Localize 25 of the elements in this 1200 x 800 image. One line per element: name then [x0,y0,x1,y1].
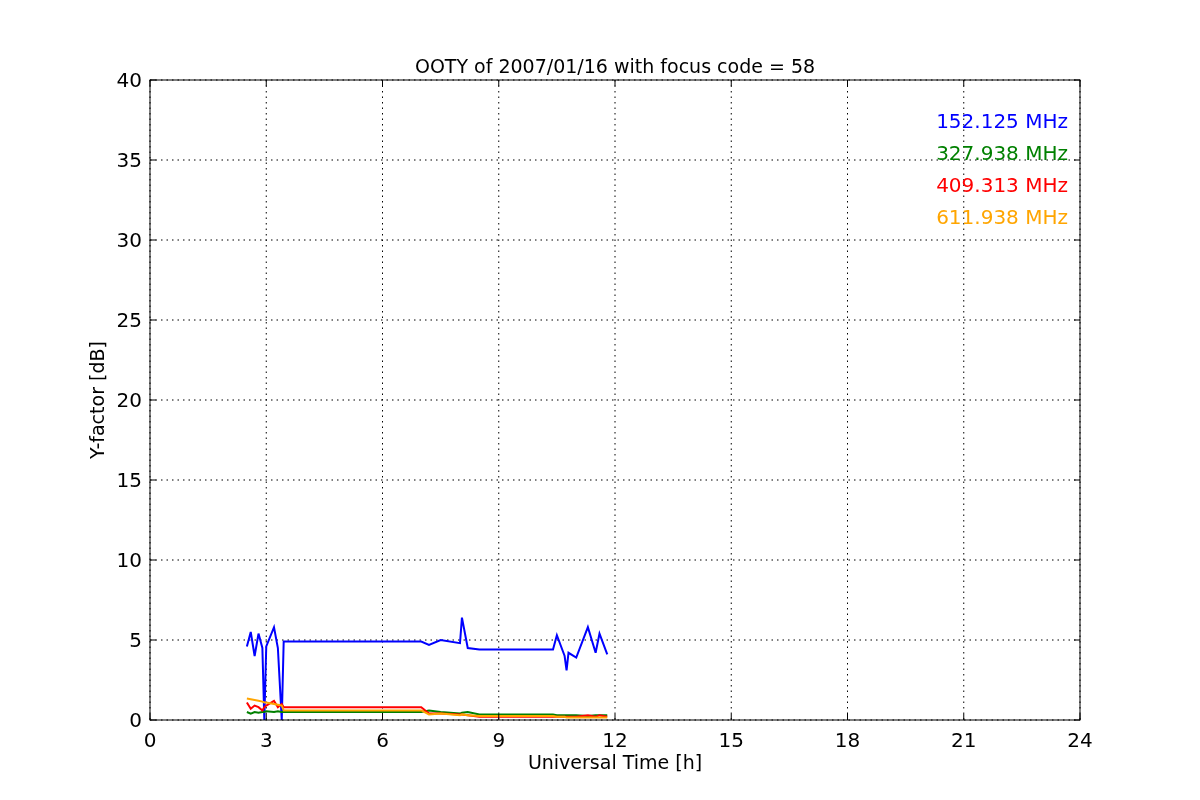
y-tick-label: 40 [116,68,142,92]
x-tick-label: 15 [718,728,744,752]
x-tick-label: 3 [259,728,273,752]
legend-label: 327.938 MHz [936,141,1068,165]
y-tick-label: 35 [116,148,142,172]
y-tick-label: 15 [116,468,142,492]
y-tick-label: 0 [129,708,142,732]
x-tick-label: 21 [951,728,977,752]
y-axis-label: Y-factor [dB] [86,341,108,459]
legend-label: 152.125 MHz [936,109,1068,133]
y-tick-label: 20 [116,388,142,412]
x-tick-label: 24 [1067,728,1093,752]
legend-label: 409.313 MHz [936,173,1068,197]
x-tick-label: 0 [143,728,157,752]
chart-title: OOTY of 2007/01/16 with focus code = 58 [414,55,816,77]
x-tick-label: 18 [834,728,861,752]
y-tick-label: 30 [116,228,142,252]
y-tick-label: 10 [116,548,142,572]
x-tick-label: 6 [376,728,389,752]
x-tick-label: 9 [492,728,506,752]
y-tick-label: 25 [116,308,142,332]
y-tick-label: 5 [129,628,142,652]
x-tick-label: 12 [602,728,628,752]
legend-label: 611.938 MHz [936,205,1068,229]
x-axis-label: Universal Time [h] [527,751,703,773]
